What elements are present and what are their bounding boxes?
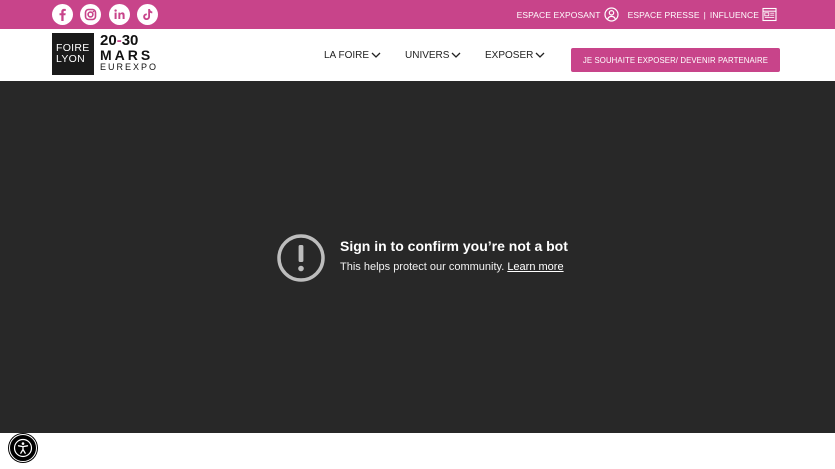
chevron-down-icon (371, 51, 381, 59)
nav-label: LA FOIRE (324, 49, 370, 61)
top-links-separator: | (703, 9, 706, 20)
bot-check-body: This helps protect our community. (340, 261, 505, 273)
tiktok-icon[interactable] (137, 4, 158, 25)
nav-item-exposer[interactable]: EXPOSER (485, 29, 545, 81)
logo-dates: 20-30 MARS EUREXPO (100, 33, 158, 72)
logo-date-range: 20-30 (100, 33, 158, 48)
nav-item-univers[interactable]: UNIVERS (405, 29, 461, 81)
nav-item-la-foire[interactable]: LA FOIRE (324, 29, 381, 81)
newspaper-icon (762, 7, 777, 22)
chevron-down-icon (535, 51, 545, 59)
facebook-icon[interactable] (52, 4, 73, 25)
user-circle-icon (603, 7, 619, 22)
top-bar: ESPACE EXPOSANT ESPACE PRESSE | INFLUENC… (0, 0, 835, 29)
learn-more-link[interactable]: Learn more (507, 261, 563, 273)
linkedin-icon[interactable] (109, 4, 130, 25)
nav-label: UNIVERS (405, 49, 450, 61)
logo-venue: EUREXPO (100, 62, 159, 72)
video-embed[interactable]: Sign in to confirm you’re not a bot This… (0, 81, 835, 433)
site-header: FOIRE LYON 20-30 MARS EUREXPO LA FOIRE U… (0, 29, 835, 81)
foire-lyon-logo[interactable]: FOIRE LYON 20-30 MARS EUREXPO (52, 33, 158, 75)
nav-label: EXPOSER (485, 49, 534, 61)
instagram-icon[interactable] (80, 4, 101, 25)
logo-month: MARS (100, 47, 154, 63)
logo-box: FOIRE LYON (52, 33, 94, 75)
espace-presse-link[interactable]: ESPACE PRESSE (628, 10, 700, 20)
accessibility-icon (13, 438, 33, 458)
alert-icon (276, 233, 326, 288)
top-links: ESPACE EXPOSANT ESPACE PRESSE | INFLUENC… (517, 0, 777, 29)
espace-exposant-link[interactable]: ESPACE EXPOSANT (517, 7, 619, 22)
chevron-down-icon (451, 51, 461, 59)
accessibility-button[interactable] (9, 434, 37, 462)
bot-check-message: This helps protect our community. Learn … (340, 261, 564, 273)
espace-presse-label: ESPACE PRESSE (627, 9, 700, 20)
logo-line-lyon: LYON (56, 53, 86, 65)
espace-exposant-label: ESPACE EXPOSANT (516, 9, 601, 20)
influence-label: INFLUENCE (709, 9, 759, 20)
exhibit-partner-button[interactable]: JE SOUHAITE EXPOSER/ DEVENIR PARTENAIRE (571, 48, 780, 72)
influence-link[interactable]: INFLUENCE (710, 7, 777, 22)
bot-check-title: Sign in to confirm you’re not a bot (340, 238, 568, 254)
